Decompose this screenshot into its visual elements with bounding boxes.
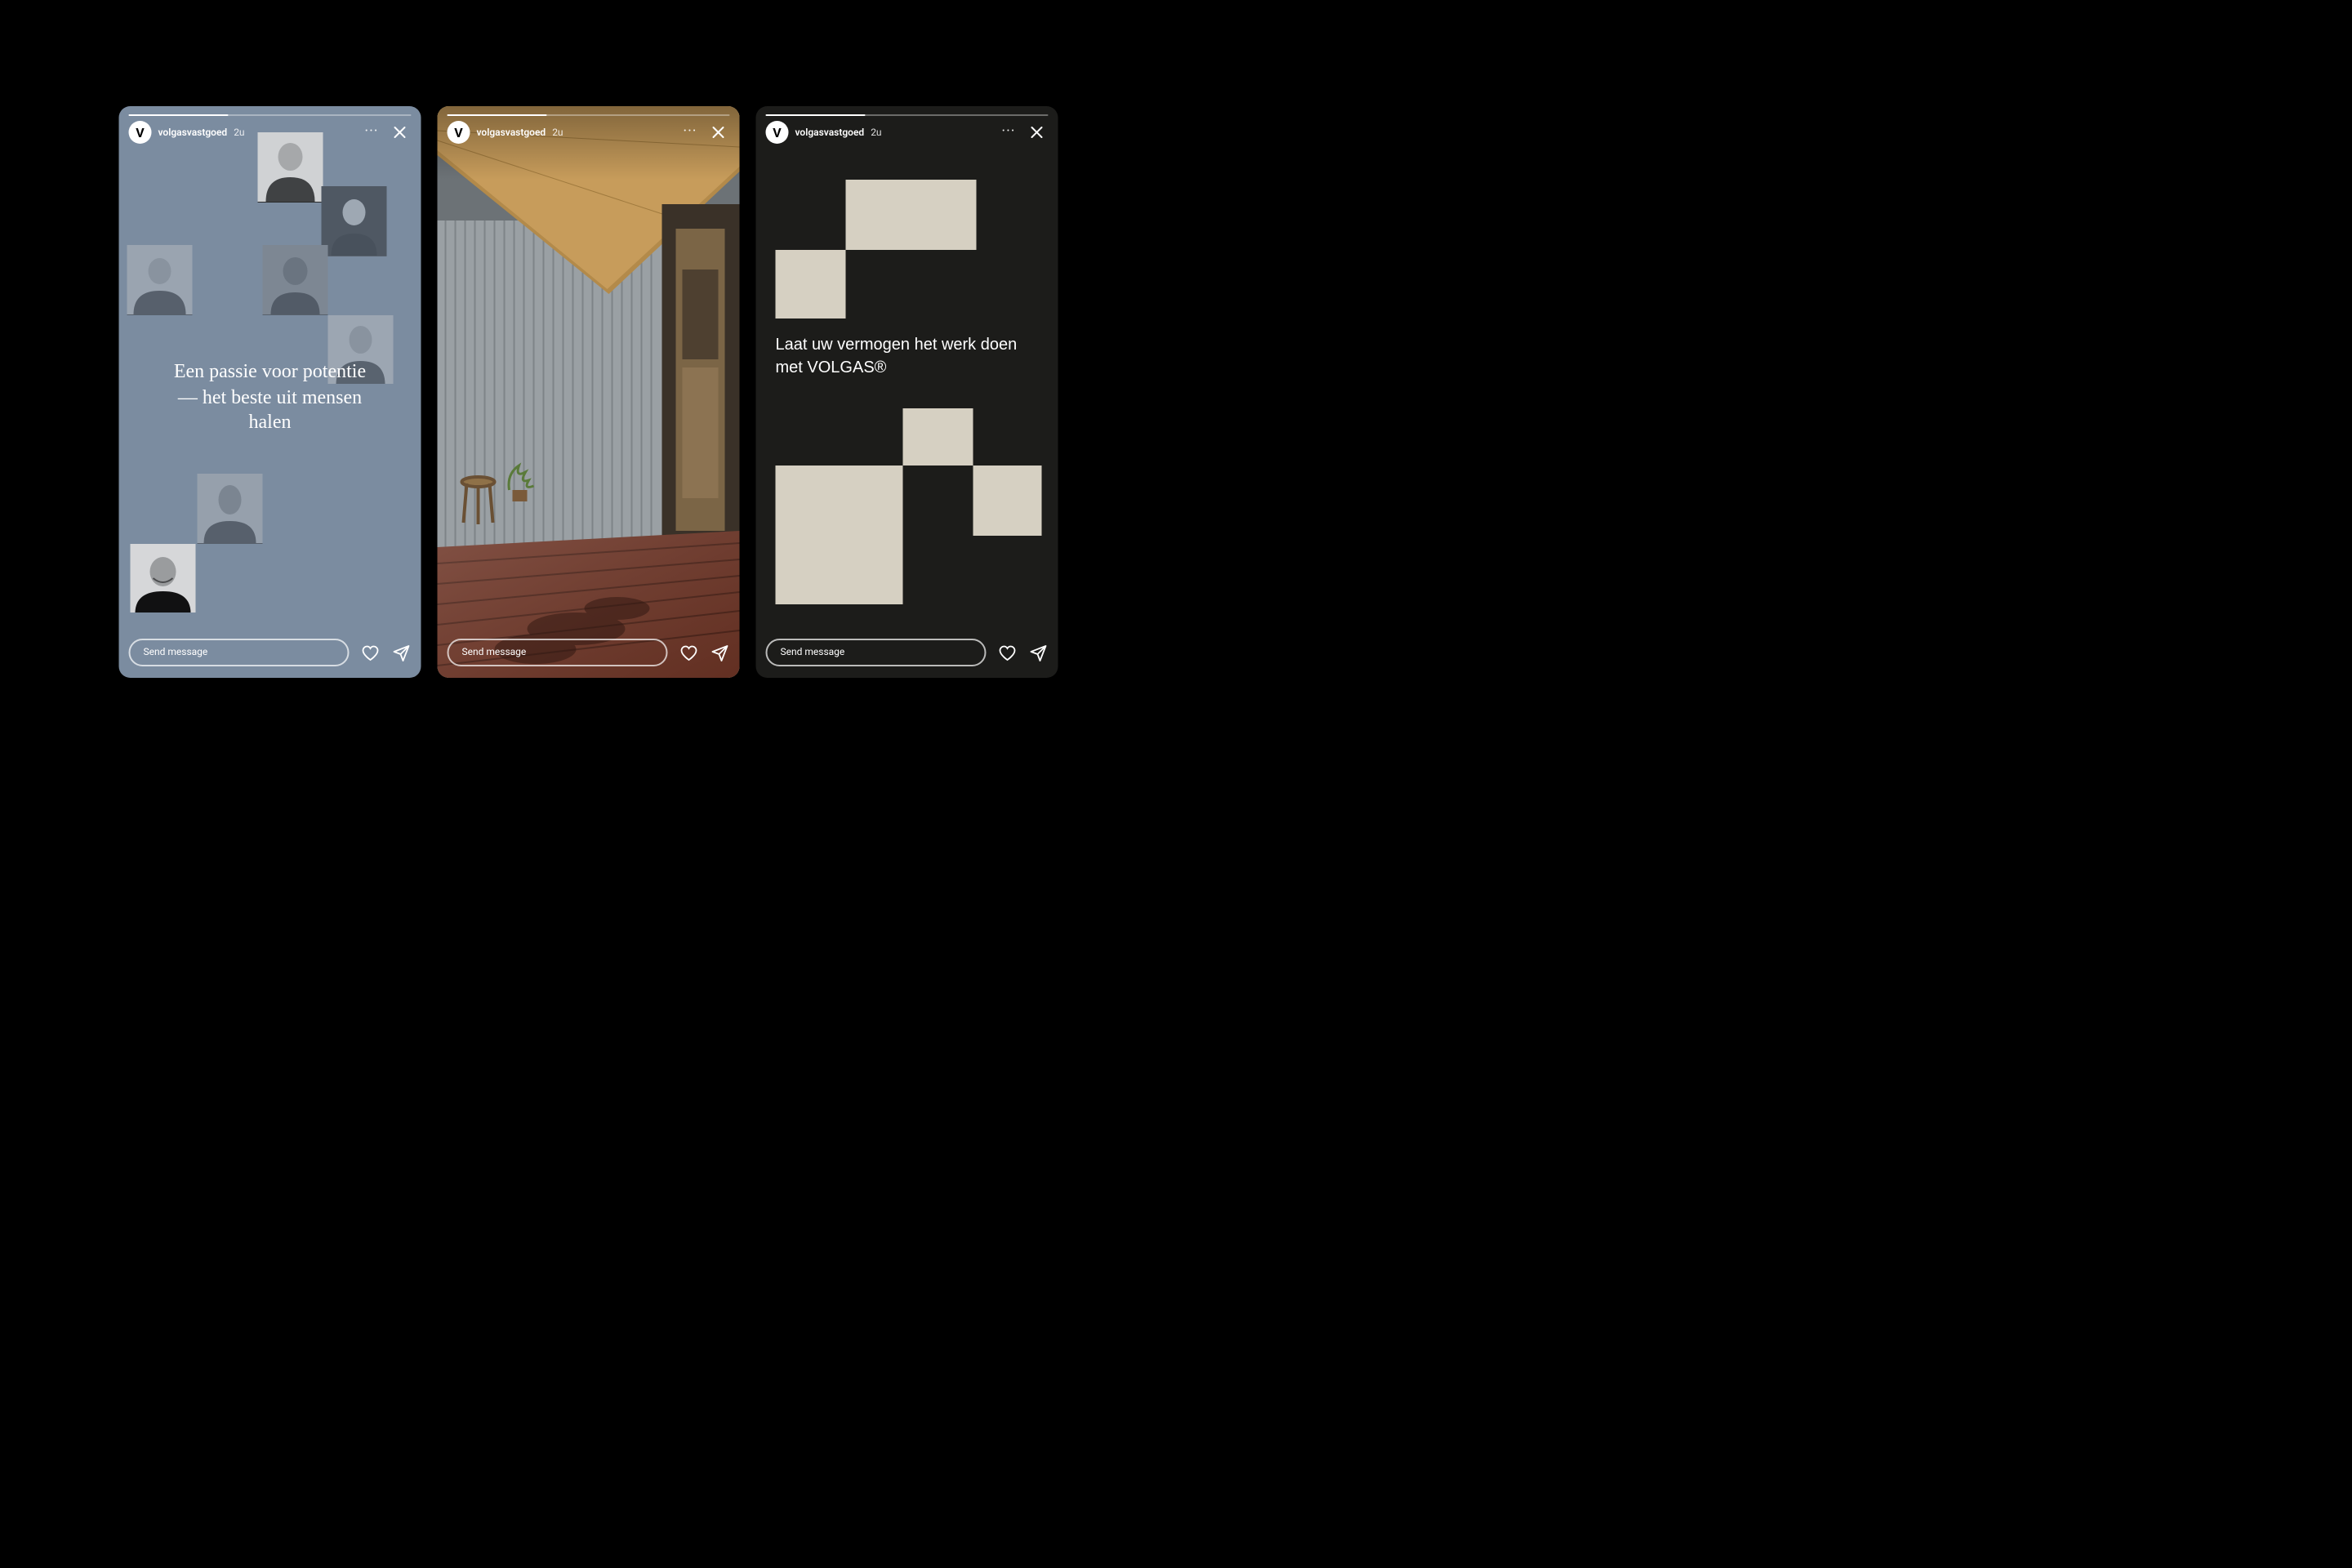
avatar[interactable]: V xyxy=(765,121,788,144)
close-icon[interactable] xyxy=(706,121,729,144)
story-header: V volgasvastgoed 2u ··· xyxy=(447,121,729,144)
story-time: 2u xyxy=(234,127,244,138)
portrait-tile xyxy=(196,474,261,543)
story-header: V volgasvastgoed 2u ··· xyxy=(765,121,1048,144)
graphic-block xyxy=(775,466,902,604)
graphic-block xyxy=(972,466,1041,535)
story-card-3[interactable]: V volgasvastgoed 2u ··· Laat uw vermogen… xyxy=(755,106,1058,678)
story-card-1[interactable]: V volgasvastgoed 2u ··· xyxy=(118,106,421,678)
story-footer: Send message xyxy=(128,639,411,666)
story-progress xyxy=(128,114,411,116)
send-icon[interactable] xyxy=(391,643,411,662)
avatar[interactable]: V xyxy=(128,121,151,144)
avatar[interactable]: V xyxy=(447,121,470,144)
username[interactable]: volgasvastgoed xyxy=(158,127,227,138)
close-icon[interactable] xyxy=(1025,121,1048,144)
story-mockups-row: V volgasvastgoed 2u ··· xyxy=(118,106,1058,678)
portrait-tile xyxy=(127,245,192,314)
graphic-block xyxy=(845,180,976,249)
send-icon[interactable] xyxy=(710,643,729,662)
heart-icon[interactable] xyxy=(679,643,698,662)
portrait-tile xyxy=(321,186,386,256)
story-headline: Laat uw vermogen het werk doen met VOLGA… xyxy=(775,335,1020,379)
message-input[interactable]: Send message xyxy=(128,639,349,666)
username[interactable]: volgasvastgoed xyxy=(476,127,546,138)
close-icon[interactable] xyxy=(388,121,411,144)
username[interactable]: volgasvastgoed xyxy=(795,127,864,138)
more-icon[interactable]: ··· xyxy=(679,121,700,144)
architecture-photo xyxy=(437,106,739,678)
story-card-2[interactable]: V volgasvastgoed 2u ··· Send message xyxy=(437,106,739,678)
story-footer: Send message xyxy=(765,639,1048,666)
message-input[interactable]: Send message xyxy=(447,639,667,666)
send-icon[interactable] xyxy=(1028,643,1048,662)
story-progress xyxy=(447,114,729,116)
portrait-tile xyxy=(130,543,195,612)
heart-icon[interactable] xyxy=(360,643,380,662)
graphic-block xyxy=(902,408,972,466)
story-footer: Send message xyxy=(447,639,729,666)
story-header: V volgasvastgoed 2u ··· xyxy=(128,121,411,144)
portrait-tile xyxy=(261,245,327,314)
story-time: 2u xyxy=(871,127,881,138)
story-progress xyxy=(765,114,1048,116)
graphic-block xyxy=(775,249,845,318)
more-icon[interactable]: ··· xyxy=(361,121,381,144)
heart-icon[interactable] xyxy=(997,643,1017,662)
story-time: 2u xyxy=(552,127,563,138)
story-headline: Een passie voor potentie — het beste uit… xyxy=(163,359,376,436)
message-input[interactable]: Send message xyxy=(765,639,986,666)
more-icon[interactable]: ··· xyxy=(998,121,1018,144)
